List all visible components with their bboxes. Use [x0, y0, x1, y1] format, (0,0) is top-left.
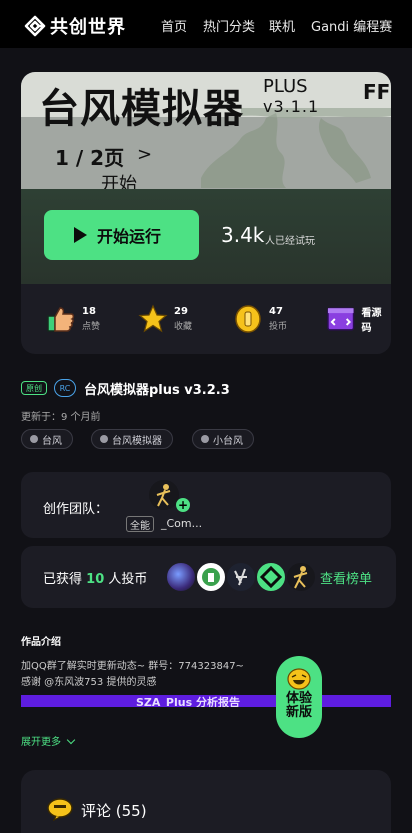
- cover-version: v3.1.1: [263, 97, 320, 116]
- tag-item[interactable]: 台风: [21, 429, 73, 449]
- coin-label: 投币: [269, 322, 288, 332]
- tag-item[interactable]: 小台风: [192, 429, 254, 449]
- project-title: 台风模拟器plus v3.2.3: [84, 383, 230, 398]
- coin-count: 47: [269, 306, 283, 317]
- try-new-version-button[interactable]: 体验新版: [276, 656, 322, 738]
- project-card: 台风模拟器 PLUS v3.1.1 FF 1 / 2页 > 开始 开始运行 3.…: [21, 72, 391, 354]
- cocrea-logo-icon: [259, 565, 283, 589]
- coin-prefix: 已获得: [43, 572, 83, 587]
- comments-section: 评论 (55): [21, 770, 391, 833]
- cover-page-arrow: >: [137, 144, 153, 165]
- tag-label: 台风: [42, 435, 62, 447]
- stats-bar: 18 点赞 29 收藏 47 投币 看源码: [21, 284, 391, 354]
- smiley-face-icon: [287, 668, 311, 690]
- original-badge: 原创: [21, 381, 47, 395]
- nav-home[interactable]: 首页: [161, 16, 187, 35]
- supporter-avatar[interactable]: [225, 561, 257, 593]
- cover-plus: PLUS: [263, 76, 308, 97]
- tag-label: 小台风: [213, 435, 243, 447]
- tag-icon: [201, 435, 209, 443]
- cover-corner-text: FF: [363, 80, 391, 104]
- cover-page-indicator: 1 / 2页: [55, 146, 125, 170]
- run-area: 开始运行 3.4k 人已经试玩: [21, 189, 391, 284]
- supporter-avatar[interactable]: [165, 561, 197, 593]
- intro-line-thanks: 感谢 @东风波753 提供的灵感: [21, 677, 157, 688]
- like-count: 18: [82, 306, 96, 317]
- stick-figure-icon: [149, 480, 179, 510]
- nav-gandi-contest[interactable]: Gandi 编程赛: [311, 16, 392, 35]
- like-button[interactable]: 18 点赞: [46, 304, 100, 334]
- view-source-label: 看源码: [361, 308, 382, 334]
- team-member-avatar[interactable]: [149, 480, 179, 510]
- intro-title: 作品介绍: [21, 637, 61, 648]
- coin-supporters-panel: 已获得 10 人投币 查看榜单: [21, 546, 396, 608]
- team-role-badge: 全能: [126, 516, 154, 532]
- updated-time: 更新于：9 个月前: [21, 412, 101, 423]
- thumbs-up-icon: [47, 307, 75, 332]
- tag-icon: [100, 435, 108, 443]
- comments-title: 评论 (55): [81, 802, 147, 820]
- source-code-icon: [327, 307, 355, 331]
- banner-text: SZA_Plus 分析报告: [136, 696, 240, 707]
- star-icon: [138, 304, 168, 333]
- team-member-name[interactable]: _Com...: [161, 517, 202, 530]
- comment-bubble-icon: [47, 798, 73, 821]
- supporter-avatar[interactable]: [285, 561, 317, 593]
- intro-banner: SZA_Plus 分析报告: [21, 695, 391, 707]
- expand-more-label: 展开更多: [21, 737, 61, 748]
- run-button[interactable]: 开始运行: [44, 210, 199, 260]
- plays-count: 3.4k: [221, 223, 265, 247]
- logo-icon: [24, 15, 46, 37]
- supporter-avatar[interactable]: [195, 561, 227, 593]
- view-source-button[interactable]: 看源码: [326, 304, 391, 334]
- like-label: 点赞: [82, 322, 101, 332]
- leaf-icon: [202, 568, 220, 586]
- nav-hot-categories[interactable]: 热门分类: [203, 16, 255, 35]
- calligraphy-icon: [234, 568, 247, 586]
- coin-supporter-count: 10: [86, 572, 105, 587]
- team-label: 创作团队：: [43, 502, 109, 517]
- coin-icon: [235, 305, 261, 333]
- coin-button[interactable]: 47 投币: [233, 304, 287, 334]
- team-panel: 创作团队： + 全能 _Com...: [21, 472, 391, 538]
- tag-item[interactable]: 台风模拟器: [91, 429, 173, 449]
- coin-supporters-label: 已获得 10 人投币: [43, 568, 147, 587]
- play-icon: [74, 227, 87, 243]
- project-cover[interactable]: 台风模拟器 PLUS v3.1.1 FF 1 / 2页 > 开始: [21, 72, 391, 189]
- run-button-label: 开始运行: [97, 227, 162, 246]
- cover-start-text: 开始: [101, 174, 137, 189]
- brand-name: 共创世界: [50, 17, 126, 38]
- view-ranking-link[interactable]: 查看榜单: [320, 568, 372, 587]
- brand-logo[interactable]: 共创世界: [24, 13, 126, 39]
- plays-label: 人已经试玩: [265, 236, 315, 247]
- favorite-label: 收藏: [174, 322, 193, 332]
- try-new-version-label: 体验新版: [285, 691, 312, 720]
- cover-title: 台风模拟器: [39, 86, 244, 132]
- chevron-down-icon: [66, 735, 76, 745]
- rc-badge: RC: [54, 379, 76, 397]
- intro-line-qq: 加QQ群了解实时更新动态~ 群号：774323847~: [21, 661, 244, 672]
- supporter-avatar[interactable]: [255, 561, 287, 593]
- top-nav: 共创世界 首页 热门分类 联机 Gandi 编程赛: [0, 0, 412, 48]
- favorite-count: 29: [174, 306, 188, 317]
- coin-suffix: 人投币: [108, 572, 148, 587]
- nav-online[interactable]: 联机: [269, 16, 295, 35]
- add-member-icon[interactable]: +: [176, 498, 190, 512]
- expand-more-link[interactable]: 展开更多: [21, 733, 76, 748]
- tag-icon: [30, 435, 38, 443]
- stick-figure-icon: [293, 566, 308, 589]
- tag-label: 台风模拟器: [112, 435, 162, 447]
- favorite-button[interactable]: 29 收藏: [138, 304, 192, 334]
